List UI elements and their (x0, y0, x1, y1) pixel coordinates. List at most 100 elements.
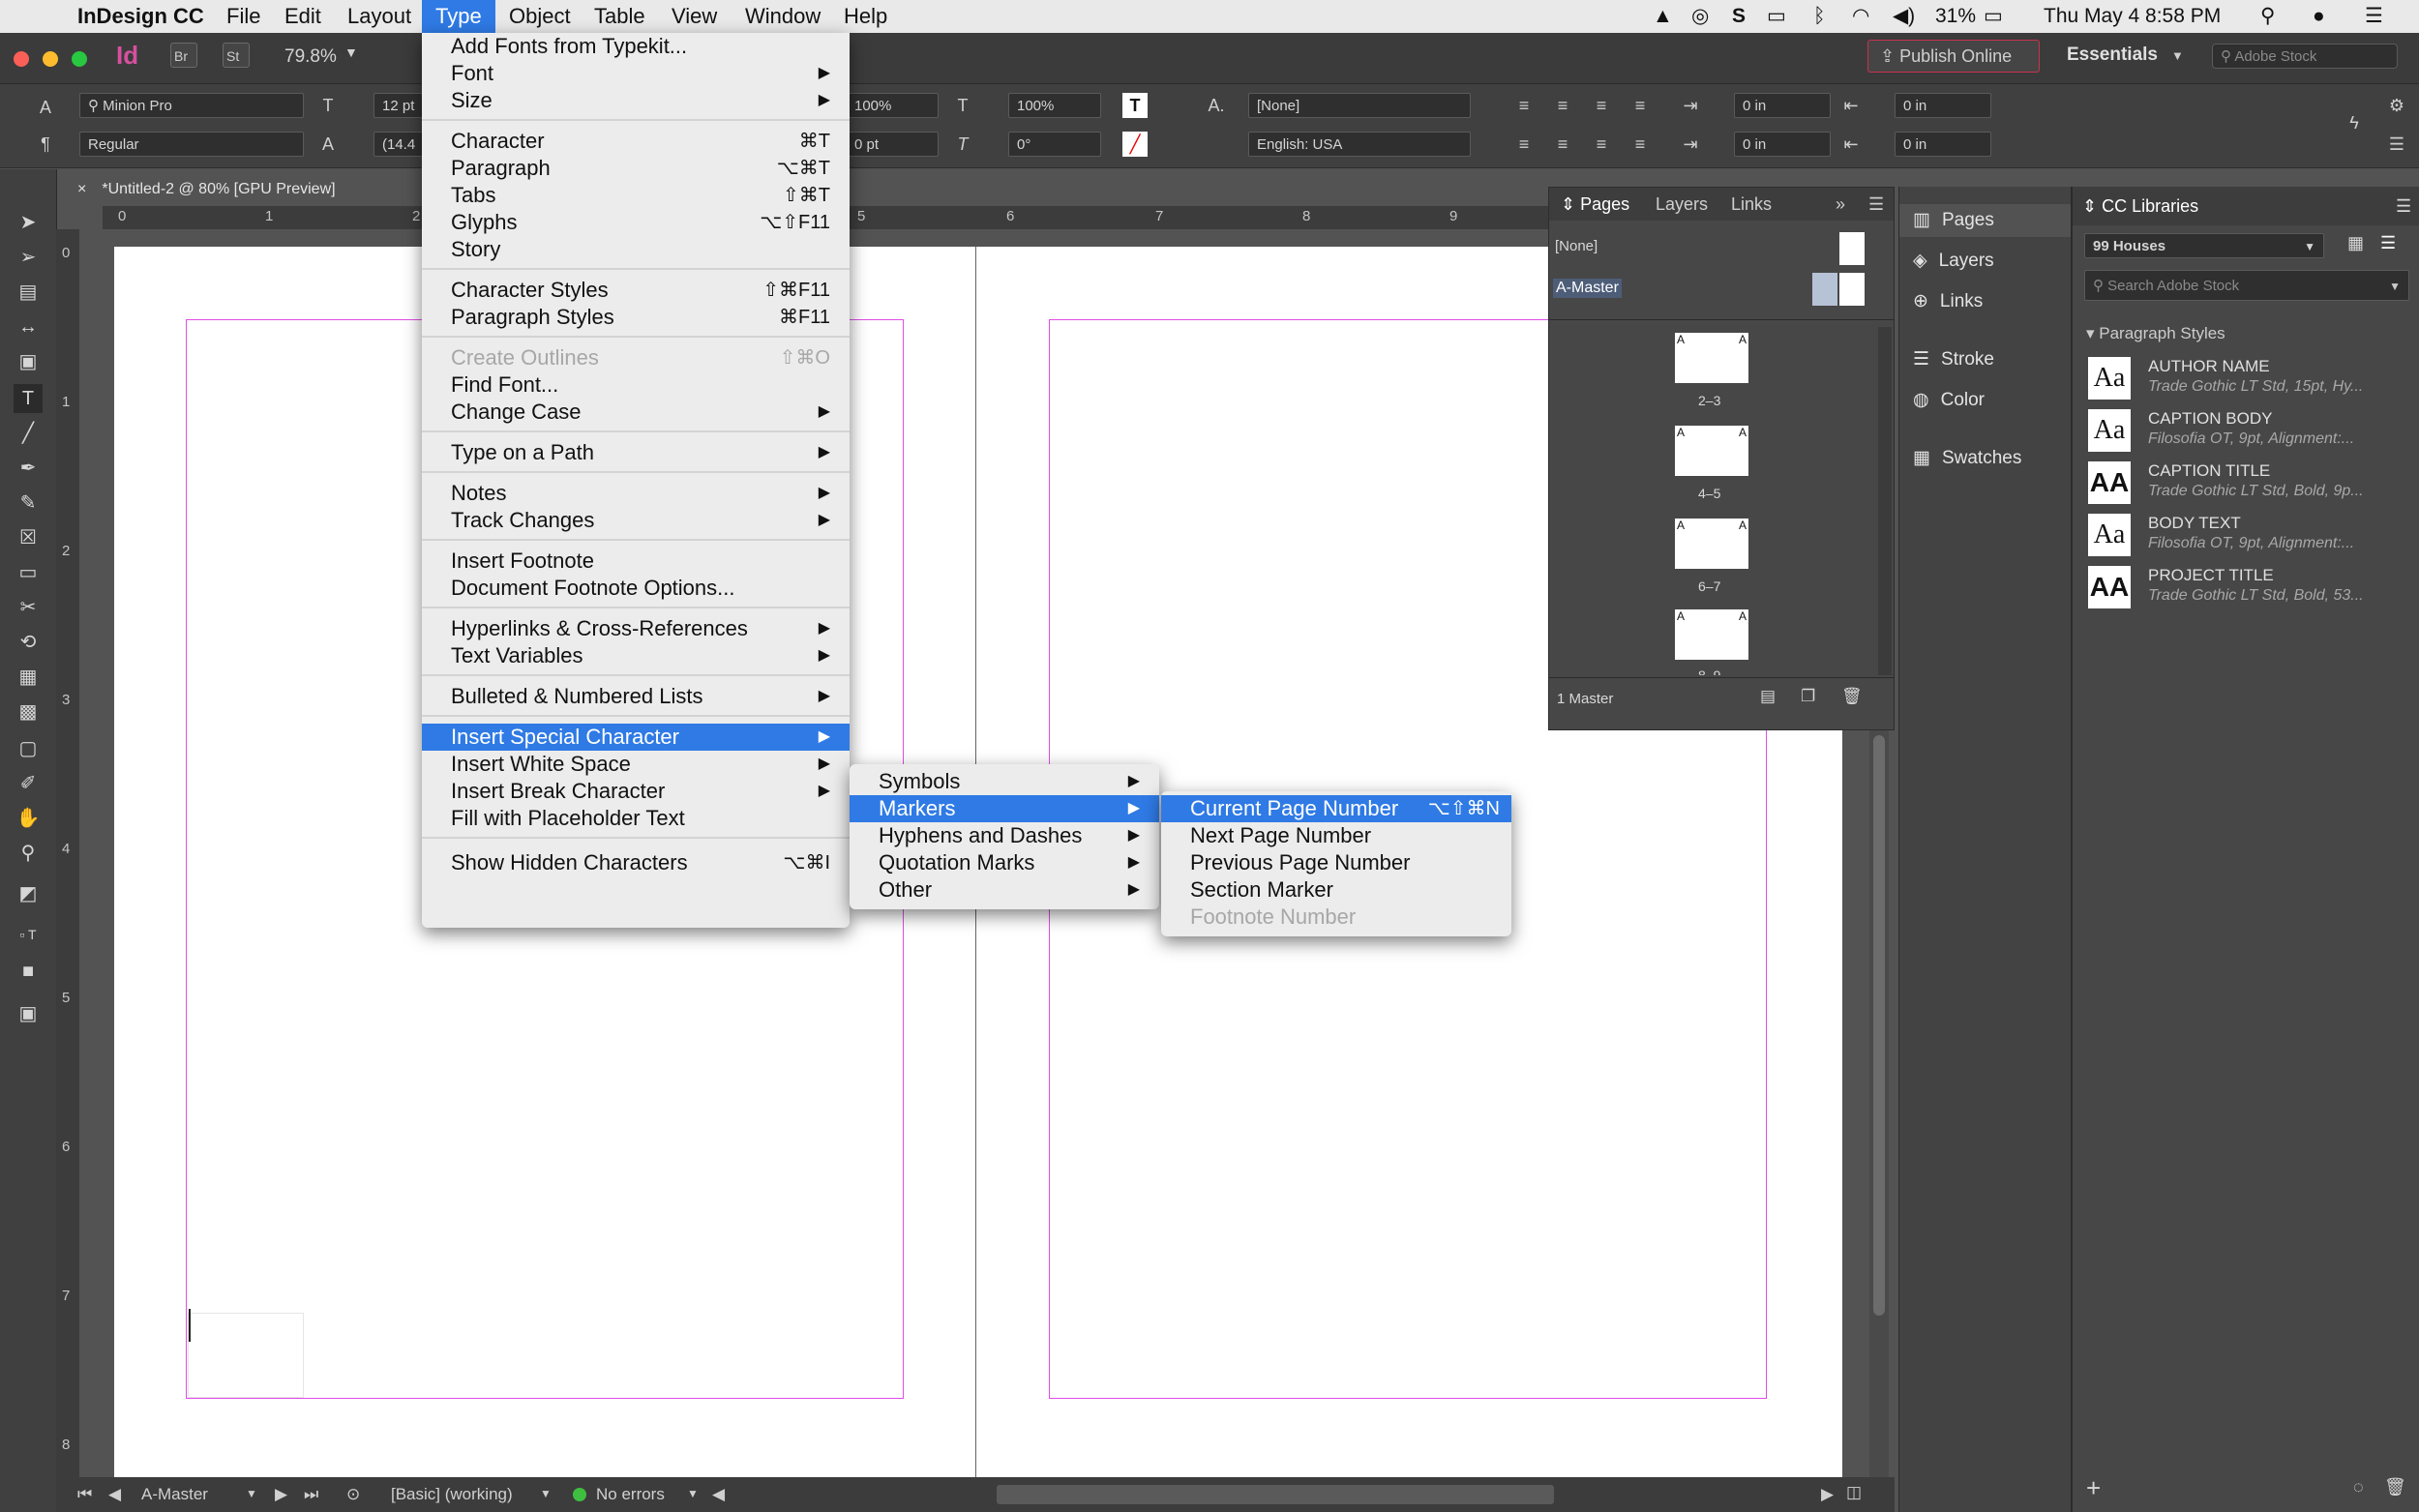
dock-swatches[interactable]: ▦ Swatches (1899, 442, 2072, 475)
edit-page-size-icon[interactable]: ▤ (1760, 687, 1776, 706)
airplay-icon[interactable]: ▭ (1767, 0, 1786, 33)
menu-item-bulleted-lists[interactable]: Bulleted & Numbered Lists ▶ (422, 683, 850, 710)
close-window-button[interactable] (14, 51, 29, 67)
panel-menu-icon[interactable]: ☰ (1868, 188, 1884, 221)
panel-collapse-icon[interactable]: » (1836, 188, 1845, 221)
scissors-tool-icon[interactable]: ✂ (14, 593, 43, 622)
apple-menu-icon[interactable] (21, 0, 48, 33)
clock[interactable]: Thu May 4 8:58 PM (2044, 0, 2221, 33)
horizontal-scroll-thumb[interactable] (997, 1485, 1554, 1504)
formatting-container-icon[interactable]: ▫ T (14, 920, 43, 949)
line-tool-icon[interactable]: ╱ (14, 419, 43, 448)
menu-item-paragraph[interactable]: Paragraph ⌥⌘T (422, 155, 850, 182)
menu-table[interactable]: Table (581, 0, 659, 33)
content-collector-icon[interactable]: ▣ (14, 347, 43, 376)
workspace-switcher[interactable]: Essentials (2067, 44, 2158, 66)
errors-dropdown-icon[interactable]: ▼ (687, 1487, 699, 1500)
direct-selection-tool-icon[interactable]: ➢ (14, 243, 43, 272)
font-family-field[interactable]: ⚲ Minion Pro (79, 93, 304, 118)
add-content-icon[interactable]: + (2086, 1473, 2101, 1503)
panel-menu-icon[interactable]: ☰ (2396, 196, 2411, 217)
menu-item-track-changes[interactable]: Track Changes ▶ (422, 507, 850, 534)
menu-item-quotation-marks[interactable]: Quotation Marks ▶ (850, 849, 1159, 876)
menu-item-find-font[interactable]: Find Font... (422, 371, 850, 399)
library-item[interactable]: Aa CAPTION BODY Filosofia OT, 9pt, Alignme… (2088, 407, 2417, 454)
menu-item-hyphens-dashes[interactable]: Hyphens and Dashes ▶ (850, 822, 1159, 849)
menu-item-font[interactable]: Font ▶ (422, 60, 850, 87)
first-line-indent-field[interactable]: 0 in (1734, 132, 1831, 157)
tab-links[interactable]: Links (1731, 188, 1772, 221)
gradient-feather-tool-icon[interactable]: ▩ (14, 697, 43, 726)
free-transform-tool-icon[interactable]: ⟲ (14, 628, 43, 657)
page-dropdown-icon[interactable]: ▼ (246, 1487, 257, 1500)
menu-item-glyphs[interactable]: Glyphs ⌥⇧F11 (422, 209, 850, 236)
pages-scrollbar[interactable] (1878, 327, 1892, 675)
none-master[interactable]: [None] (1555, 238, 1598, 254)
delete-page-icon[interactable]: 🗑 (1841, 687, 1863, 706)
menu-type[interactable]: Type (422, 0, 495, 33)
a-master[interactable]: A-Master (1553, 279, 1622, 298)
app-menu[interactable]: InDesign CC (64, 0, 218, 33)
leading-field[interactable]: (14.4 (373, 132, 424, 157)
first-page-icon[interactable]: ⏮ (77, 1485, 92, 1504)
last-page-icon[interactable]: ⏭ (304, 1485, 318, 1504)
workspace-dropdown-icon[interactable]: ▼ (2171, 48, 2184, 63)
menu-item-character-styles[interactable]: Character Styles ⇧⌘F11 (422, 277, 850, 304)
library-item[interactable]: Aa BODY TEXT Filosofia OT, 9pt, Alignment:… (2088, 512, 2417, 558)
align-left-icon[interactable]: ≡ (1511, 93, 1537, 118)
siri-icon[interactable]: ● (2313, 0, 2325, 33)
menu-item-notes[interactable]: Notes ▶ (422, 480, 850, 507)
menu-item-previous-page-number[interactable]: Previous Page Number (1161, 849, 1511, 876)
paragraph-formatting-icon[interactable]: ¶ (33, 132, 58, 157)
library-item[interactable]: Aa AUTHOR NAME Trade Gothic LT Std, 15pt, … (2088, 355, 2417, 401)
wifi-icon[interactable]: ◠ (1852, 0, 1869, 33)
lightning-icon[interactable]: ϟ (2342, 110, 2367, 135)
zoom-tool-icon[interactable]: ⚲ (14, 839, 43, 868)
menu-edit[interactable]: Edit (271, 0, 335, 33)
scroll-thumb[interactable] (1873, 735, 1885, 1316)
new-page-icon[interactable]: ❐ (1801, 687, 1815, 706)
sync-icon[interactable]: ◌ (2353, 1477, 2364, 1497)
list-view-icon[interactable]: ☰ (2380, 233, 2396, 253)
dollar-icon[interactable]: S (1732, 0, 1746, 33)
spread-thumb[interactable]: AA (1675, 519, 1748, 569)
menu-item-insert-break-character[interactable]: Insert Break Character ▶ (422, 778, 850, 805)
menu-item-character[interactable]: Character ⌘T (422, 128, 850, 155)
menu-object[interactable]: Object (495, 0, 584, 33)
zoom-window-button[interactable] (72, 51, 87, 67)
last-line-indent-field[interactable]: 0 in (1895, 132, 1991, 157)
selection-tool-icon[interactable]: ➤ (14, 208, 43, 237)
skew-field[interactable]: 0° (1008, 132, 1101, 157)
character-formatting-icon[interactable]: A (33, 95, 58, 120)
justify-icon[interactable]: ≡ (1628, 93, 1653, 118)
text-frame[interactable] (188, 1313, 304, 1398)
vertical-scrollbar[interactable] (1869, 726, 1889, 1477)
menu-layout[interactable]: Layout (334, 0, 425, 33)
dock-links[interactable]: ⊕ Links (1899, 285, 2072, 318)
right-indent-field[interactable]: 0 in (1895, 93, 1991, 118)
align-right-icon[interactable]: ≡ (1589, 93, 1614, 118)
pencil-tool-icon[interactable]: ✎ (14, 489, 43, 518)
page-number-field[interactable]: A-Master (141, 1485, 208, 1504)
apply-color-icon[interactable]: ■ (14, 957, 43, 986)
settings-gear-icon[interactable]: ⚙ (2384, 93, 2409, 118)
search-adobe-stock-input[interactable]: ⚲ Search Adobe Stock ▼ (2084, 270, 2409, 301)
split-window-icon[interactable]: ◫ (1846, 1483, 1862, 1502)
open-document-icon[interactable]: ⊙ (346, 1485, 360, 1504)
menu-item-tabs[interactable]: Tabs ⇧⌘T (422, 182, 850, 209)
menu-item-insert-footnote[interactable]: Insert Footnote (422, 548, 850, 575)
hand-tool-icon[interactable]: ✋ (14, 804, 43, 833)
tab-pages[interactable]: ⇕ Pages (1561, 188, 1629, 221)
rectangle-tool-icon[interactable]: ▭ (14, 558, 43, 587)
menu-item-story[interactable]: Story (422, 236, 850, 263)
none-master-thumb[interactable] (1839, 232, 1865, 265)
library-selector[interactable]: 99 Houses ▼ (2084, 233, 2324, 258)
menu-item-footnote-options[interactable]: Document Footnote Options... (422, 575, 850, 602)
bridge-button[interactable]: Br (170, 43, 197, 68)
close-document-icon[interactable]: × (77, 181, 86, 197)
menu-item-markers[interactable]: Markers ▶ (850, 795, 1159, 822)
zoom-dropdown-icon[interactable]: ▼ (344, 44, 358, 60)
a-master-thumb-right[interactable] (1839, 273, 1865, 306)
library-item[interactable]: AA CAPTION TITLE Trade Gothic LT Std, Bold… (2088, 460, 2417, 506)
drive-icon[interactable]: ▲ (1653, 0, 1673, 33)
